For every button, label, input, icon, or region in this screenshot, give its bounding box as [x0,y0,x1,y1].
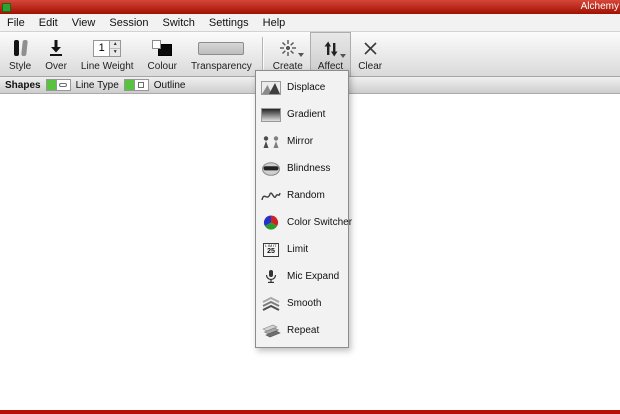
affect-menu-item-smooth[interactable]: Smooth [256,290,348,317]
over-arrow-icon [48,38,64,58]
menu-item-label: Mirror [287,136,314,147]
app-icon [2,2,11,12]
affect-menu-item-color-switcher[interactable]: Color Switcher [256,209,352,236]
style-bars-icon [13,38,28,58]
affect-dropdown-menu: Displace Gradient Mirror Blindness Rando… [255,70,352,348]
affect-menu-item-blindness[interactable]: Blindness [256,155,348,182]
affect-menu-item-limit[interactable]: LIMIT 25 Limit [256,236,348,263]
transparency-control[interactable]: Transparency [184,32,259,76]
menu-bar: File Edit View Session Switch Settings H… [0,14,620,32]
affect-menu-item-repeat[interactable]: Repeat [256,317,348,344]
color-switcher-icon [261,215,281,230]
transparency-label: Transparency [191,61,252,72]
displace-icon [261,80,281,95]
menu-view[interactable]: View [65,14,103,31]
limit-icon-number: 25 [267,248,275,255]
toolbar-separator [261,37,263,71]
menu-item-label: Blindness [287,163,331,174]
affect-menu-item-random[interactable]: Random [256,182,348,209]
line-weight-label: Line Weight [80,61,134,72]
random-icon [261,188,281,203]
square-shape-icon [135,80,148,90]
over-label: Over [45,61,67,72]
clear-label: Clear [358,61,383,72]
alchemy-window: Alchemy File Edit View Session Switch Se… [0,0,620,414]
colour-button[interactable]: Colour [141,32,184,76]
line-shape-icon [57,80,70,90]
toggle-on-indicator [46,80,57,90]
line-weight-value[interactable]: 1 [94,41,109,56]
colour-swatch-icon [152,38,173,58]
outline-toggle[interactable] [123,79,149,91]
toggle-on-indicator [124,80,135,90]
menu-item-label: Repeat [287,325,320,336]
smooth-icon [261,296,281,311]
menu-file[interactable]: File [0,14,32,31]
menu-switch[interactable]: Switch [156,14,202,31]
line-weight-down-button[interactable]: ▼ [110,48,121,56]
colour-label: Colour [147,61,178,72]
style-label: Style [9,61,32,72]
blindness-icon [261,161,281,176]
affect-dropdown-arrow-icon [339,54,346,58]
limit-icon: LIMIT 25 [261,242,281,257]
menu-item-label: Gradient [287,109,326,120]
transparency-bar-icon [198,38,245,58]
menu-item-label: Limit [287,244,309,255]
menu-item-label: Smooth [287,298,322,309]
clear-button[interactable]: Clear [351,32,389,76]
line-weight-spinner[interactable]: 1 ▲ ▼ [93,39,122,57]
line-weight-up-button[interactable]: ▲ [110,40,121,49]
gradient-icon [261,107,281,122]
menu-settings[interactable]: Settings [202,14,256,31]
title-bar: Alchemy [0,0,620,14]
line-type-label: Line Type [75,79,119,91]
menu-edit[interactable]: Edit [32,14,65,31]
affect-menu-item-mic-expand[interactable]: Mic Expand [256,263,348,290]
menu-item-label: Displace [287,82,326,93]
menu-item-label: Random [287,190,325,201]
mirror-icon [261,134,281,149]
affect-menu-item-mirror[interactable]: Mirror [256,128,348,155]
window-title: Alchemy [580,1,619,12]
outline-label: Outline [153,79,186,91]
create-dropdown-arrow-icon [297,53,304,57]
affect-menu-item-gradient[interactable]: Gradient [256,101,348,128]
line-weight-control: 1 ▲ ▼ Line Weight [74,32,141,76]
menu-item-label: Mic Expand [287,271,340,282]
create-sun-icon [279,38,304,58]
style-button[interactable]: Style [2,32,38,76]
clear-x-icon [363,38,378,58]
mic-expand-icon [261,269,281,284]
repeat-icon [261,323,281,338]
window-border-bottom [0,410,620,414]
menu-session[interactable]: Session [102,14,155,31]
shapes-label: Shapes [5,79,41,91]
menu-help[interactable]: Help [256,14,293,31]
menu-item-label: Color Switcher [287,217,353,228]
affect-arrows-icon [323,39,346,59]
affect-menu-item-displace[interactable]: Displace [256,74,348,101]
shapes-toggle[interactable] [45,79,71,91]
over-button[interactable]: Over [38,32,74,76]
